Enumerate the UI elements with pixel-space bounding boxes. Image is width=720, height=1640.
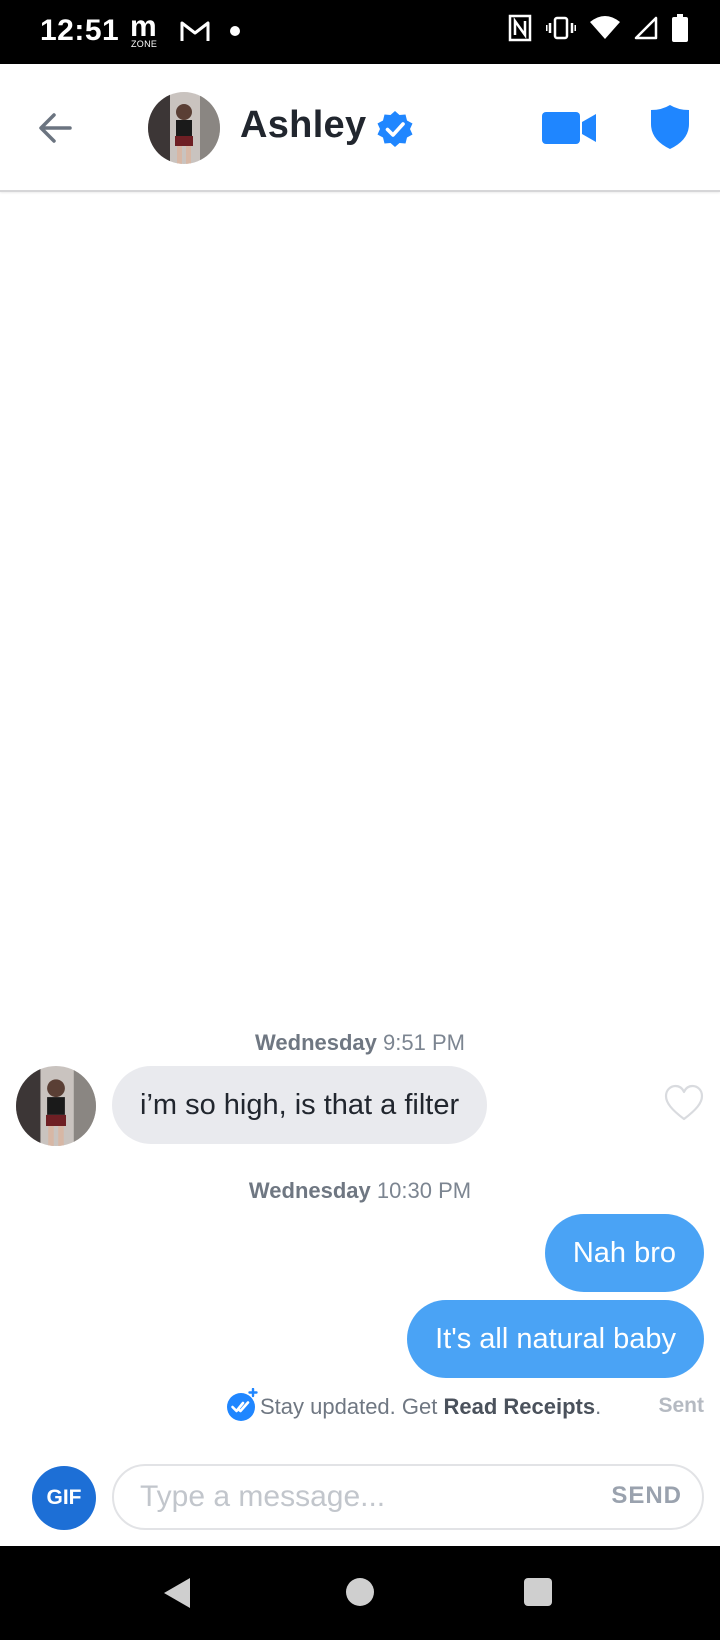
nav-back-icon[interactable]: [162, 1576, 192, 1610]
received-message-bubble[interactable]: i’m so high, is that a filter: [112, 1066, 488, 1144]
timestamp-day: Wednesday: [255, 1030, 377, 1055]
read-receipts-text: Stay updated. Get Read Receipts.: [260, 1394, 601, 1420]
sender-avatar[interactable]: [16, 1066, 96, 1146]
nav-home-icon[interactable]: [346, 1578, 374, 1606]
video-call-button[interactable]: [542, 110, 598, 146]
cell-signal-icon: [634, 16, 658, 40]
nfc-icon: [508, 14, 532, 42]
shield-icon: [651, 105, 689, 149]
wifi-icon: [590, 16, 620, 39]
message-box: SEND: [112, 1464, 704, 1530]
arrow-left-icon: [39, 113, 72, 143]
vibrate-icon: [546, 16, 576, 40]
mzone-letter: m: [130, 10, 157, 43]
profile-photo: [16, 1066, 96, 1146]
send-button[interactable]: SEND: [611, 1482, 682, 1510]
back-button[interactable]: [34, 106, 78, 150]
message-composer: GIF SEND: [0, 1450, 720, 1546]
mzone-app-icon: m ZONE: [130, 10, 166, 50]
read-receipts-prefix: Stay updated. Get: [260, 1394, 444, 1419]
battery-icon: [672, 14, 688, 42]
more-notifications-dot-icon: [230, 26, 240, 36]
chat-header: Ashley: [0, 64, 720, 192]
mzone-label: ZONE: [131, 39, 158, 49]
heart-outline-icon: [664, 1084, 704, 1121]
timestamp-day: Wednesday: [248, 1178, 371, 1203]
video-camera-icon: [542, 112, 596, 144]
timestamp-time: 10:30 PM: [376, 1178, 472, 1203]
contact-name[interactable]: Ashley: [240, 104, 366, 147]
like-message-button[interactable]: [664, 1084, 704, 1122]
read-receipts-prompt[interactable]: Stay updated. Get Read Receipts. Sent: [0, 1388, 720, 1428]
timestamp-time: 9:51 PM: [383, 1030, 465, 1055]
read-receipt-check-icon: [227, 1388, 258, 1421]
system-navigation-bar: [0, 1546, 720, 1640]
verified-badge-icon: [377, 111, 413, 147]
message-input[interactable]: [140, 1466, 560, 1528]
read-receipts-link[interactable]: Read Receipts: [443, 1394, 595, 1419]
contact-avatar[interactable]: [148, 92, 220, 164]
status-time: 12:51: [40, 14, 120, 47]
gmail-icon: [180, 21, 210, 41]
profile-photo: [148, 92, 220, 164]
sent-message-bubble[interactable]: Nah bro: [544, 1214, 704, 1292]
timestamp: Wednesday 10:30 PM: [0, 1178, 720, 1204]
safety-shield-button[interactable]: [650, 104, 690, 150]
message-status: Sent: [658, 1394, 704, 1417]
notification-icons: m ZONE: [130, 10, 240, 50]
read-receipts-suffix: .: [595, 1394, 602, 1419]
status-bar: 12:51 m ZONE: [0, 0, 720, 64]
gif-button[interactable]: GIF: [32, 1466, 96, 1530]
nav-recents-icon[interactable]: [524, 1578, 552, 1606]
timestamp: Wednesday 9:51 PM: [0, 1030, 720, 1056]
message-thread[interactable]: Wednesday 9:51 PM i’m so high, is that a…: [0, 194, 720, 1464]
sent-message-bubble[interactable]: It's all natural baby: [407, 1300, 704, 1378]
system-icons: [508, 14, 688, 42]
